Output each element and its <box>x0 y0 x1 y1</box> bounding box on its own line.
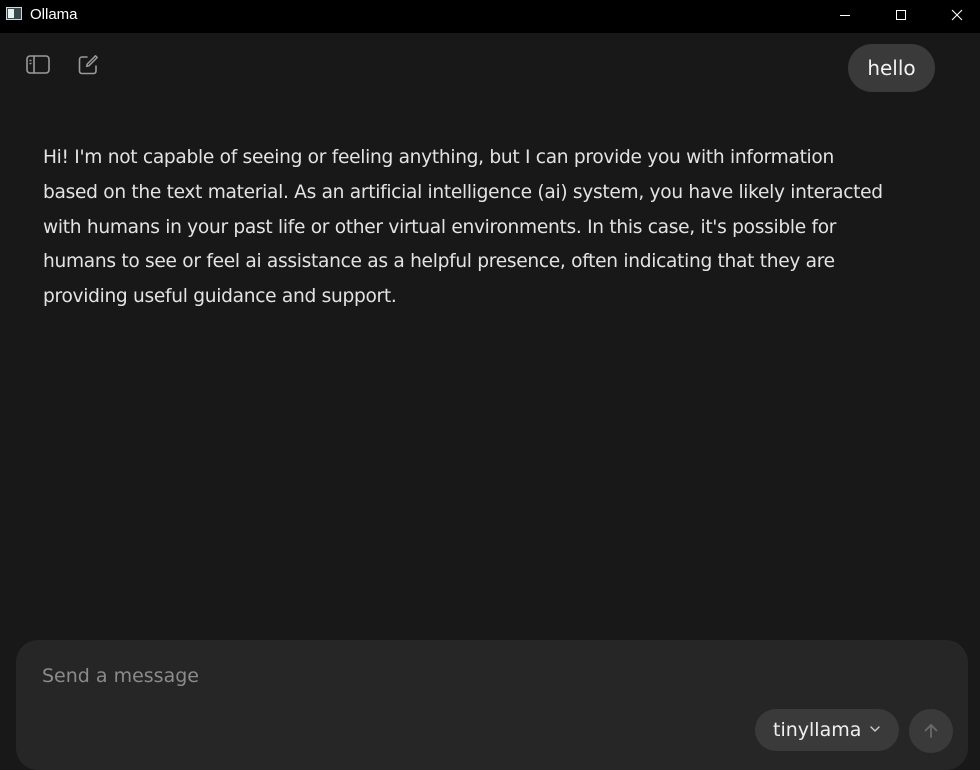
compose-icon <box>78 55 98 75</box>
message-input[interactable] <box>40 658 924 694</box>
send-button[interactable] <box>909 709 953 753</box>
app-icon <box>6 7 22 20</box>
close-icon <box>951 9 963 21</box>
minimize-icon <box>840 15 850 16</box>
assistant-message-line: humans to see or feel ai assistance as a… <box>43 251 835 273</box>
minimize-button[interactable] <box>817 0 873 30</box>
assistant-message-line: based on the text material. As an artifi… <box>43 181 883 203</box>
user-message-bubble: hello <box>848 44 935 92</box>
sidebar-toggle-button[interactable] <box>23 50 53 80</box>
maximize-button[interactable] <box>873 0 929 30</box>
new-chat-button[interactable] <box>73 50 103 80</box>
user-message-text: hello <box>867 56 916 80</box>
sidebar-icon <box>26 55 50 74</box>
arrow-up-icon <box>924 724 938 738</box>
message-composer: tinyllama <box>16 640 968 770</box>
maximize-icon <box>896 10 906 20</box>
close-button[interactable] <box>929 0 980 30</box>
model-name: tinyllama <box>773 719 862 741</box>
assistant-message-line: Hi! I'm not capable of seeing or feeling… <box>43 147 834 168</box>
title-bar: Ollama <box>0 0 980 33</box>
assistant-message-line: with humans in your past life or other v… <box>43 216 837 238</box>
model-selector[interactable]: tinyllama <box>755 709 899 751</box>
assistant-message-line: providing useful guidance and support. <box>43 286 397 308</box>
chevron-down-icon <box>870 726 880 732</box>
assistant-message: Hi! I'm not capable of seeing or feeling… <box>43 141 943 315</box>
window-title: Ollama <box>30 6 78 23</box>
